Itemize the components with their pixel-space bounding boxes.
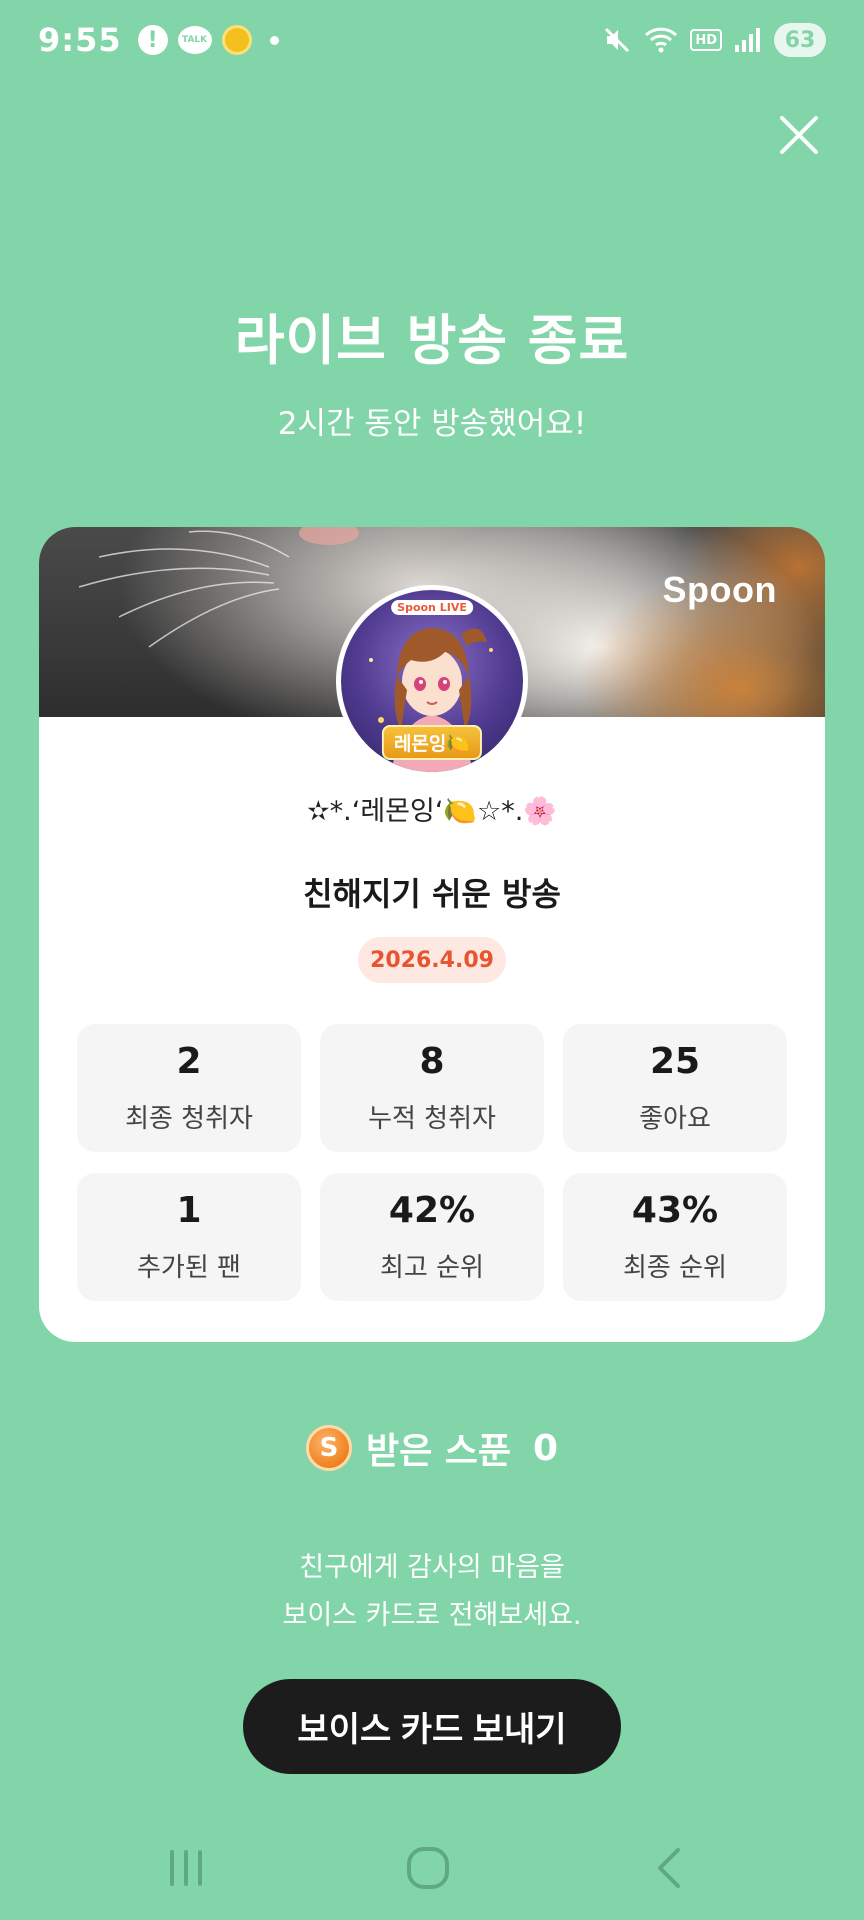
- signal-icon: [734, 27, 762, 53]
- voice-card-message: 친구에게 감사의 마음을 보이스 카드로 전해보세요.: [0, 1544, 864, 1640]
- stat-value: 8: [419, 1041, 445, 1082]
- live-tag: Spoon LIVE: [391, 600, 473, 615]
- spoon-coin-icon: S: [305, 1425, 352, 1471]
- more-notifications-dot-icon: [269, 35, 279, 45]
- send-voice-card-button[interactable]: 보이스 카드 보내기: [243, 1679, 621, 1774]
- coin-notification-icon: [221, 25, 252, 55]
- stat-total-listeners: 8 누적 청취자: [320, 1024, 544, 1152]
- stat-label: 누적 청취자: [368, 1104, 496, 1134]
- stat-label: 최종 순위: [623, 1253, 727, 1283]
- hd-voice-icon: HD: [690, 29, 722, 51]
- stat-best-rank: 42% 최고 순위: [320, 1173, 544, 1301]
- stat-value: 42%: [388, 1190, 476, 1231]
- stat-final-rank: 43% 최종 순위: [563, 1173, 787, 1301]
- wifi-icon: [644, 26, 678, 54]
- mute-icon: [602, 25, 632, 55]
- notification-icons: ! TALK: [137, 25, 279, 55]
- broadcast-summary-card: Spoon Spoon LIVE 레몬잉🍋 ✫*.ʻ레몬잉ʻ🍋☆*.🌸 친해지기…: [39, 527, 825, 1342]
- stat-likes: 25 좋아요: [563, 1024, 787, 1152]
- home-button[interactable]: [398, 1838, 458, 1898]
- received-spoons: S 받은 스푼 0: [0, 1422, 864, 1474]
- received-spoons-label: 받은 스푼: [365, 1431, 511, 1472]
- broadcast-duration: 2시간 동안 방송했어요!: [277, 406, 587, 442]
- dj-nickname: ✫*.ʻ레몬잉ʻ🍋☆*.🌸: [307, 796, 557, 827]
- stat-value: 43%: [631, 1190, 719, 1231]
- recent-apps-icon: [170, 1850, 202, 1886]
- message-line-2: 보이스 카드로 전해보세요.: [282, 1600, 582, 1631]
- broadcast-title: 친해지기 쉬운 방송: [303, 875, 561, 913]
- home-icon: [407, 1847, 449, 1889]
- stat-value: 2: [176, 1041, 202, 1082]
- avatar-name-badge: 레몬잉🍋: [381, 725, 483, 760]
- kakaotalk-icon: TALK: [177, 26, 212, 54]
- stat-label: 최종 청취자: [125, 1104, 253, 1134]
- back-button[interactable]: [640, 1838, 700, 1898]
- page-title: 라이브 방송 종료: [234, 309, 630, 372]
- stat-label: 추가된 팬: [137, 1253, 241, 1283]
- system-nav-bar: [0, 1820, 864, 1910]
- received-spoons-count: 0: [532, 1427, 559, 1469]
- battery-indicator: 63: [774, 23, 826, 57]
- stat-new-fans: 1 추가된 팬: [77, 1173, 301, 1301]
- close-button[interactable]: [774, 110, 824, 160]
- alert-icon: !: [137, 25, 168, 55]
- message-line-1: 친구에게 감사의 마음을: [299, 1552, 565, 1583]
- status-bar: 9:55 ! TALK HD 63: [0, 0, 864, 80]
- spoon-logo: Spoon: [662, 569, 777, 610]
- system-icons: HD 63: [602, 0, 826, 80]
- stat-final-listeners: 2 최종 청취자: [77, 1024, 301, 1152]
- stat-label: 좋아요: [639, 1104, 711, 1134]
- stat-value: 1: [176, 1190, 202, 1231]
- recent-apps-button[interactable]: [156, 1838, 216, 1898]
- close-icon: [780, 116, 818, 154]
- status-time: 9:55: [38, 21, 122, 59]
- stat-label: 최고 순위: [380, 1253, 484, 1283]
- stat-value: 25: [649, 1041, 701, 1082]
- stats-grid: 2 최종 청취자 8 누적 청취자 25 좋아요 1 추가된 팬 42% 최고 …: [77, 1024, 787, 1301]
- back-icon: [658, 1848, 680, 1888]
- avatar: Spoon LIVE 레몬잉🍋: [336, 585, 528, 777]
- broadcast-date-badge: 2026.4.09: [358, 937, 506, 983]
